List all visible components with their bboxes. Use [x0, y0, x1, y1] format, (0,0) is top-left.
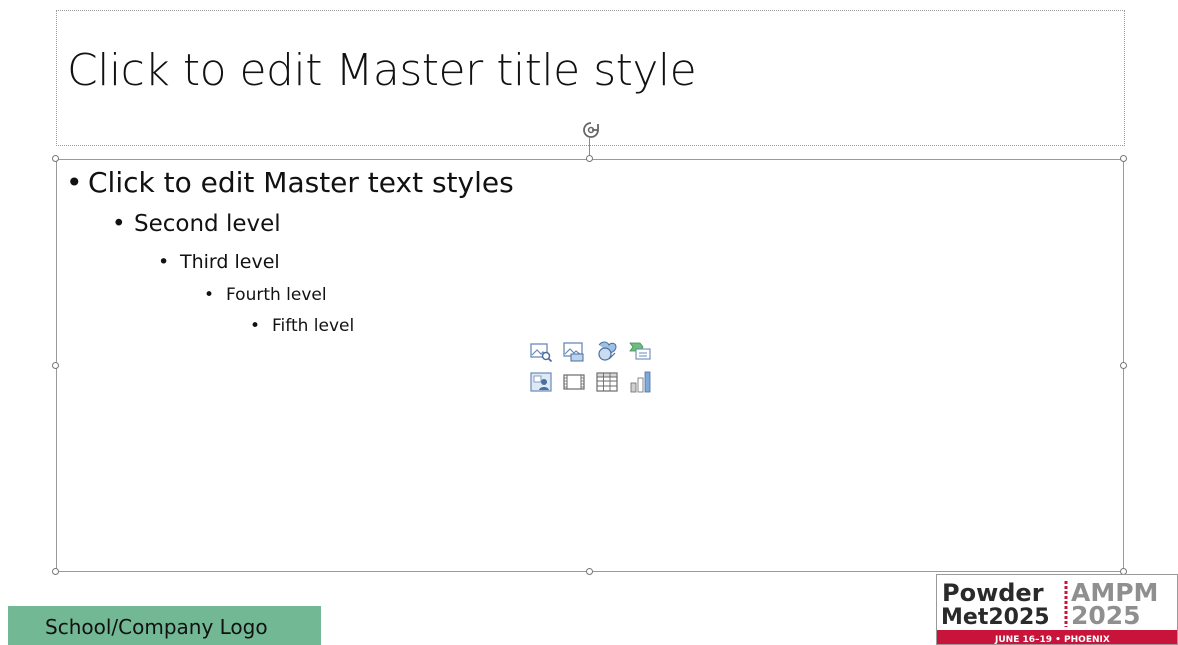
bullet-text: Fourth level — [226, 285, 327, 305]
bullet-text: Second level — [134, 211, 281, 237]
table-icon[interactable] — [595, 370, 619, 394]
title-text[interactable]: Click to edit Master title style — [67, 45, 697, 96]
resize-handle-right[interactable] — [1120, 362, 1127, 369]
online-pictures-icon[interactable] — [562, 339, 586, 363]
resize-handle-top-left[interactable] — [52, 155, 59, 162]
bullet-marker: • — [112, 211, 126, 237]
bullet-marker: • — [66, 166, 83, 199]
smartart-icon[interactable] — [628, 339, 652, 363]
icons-icon[interactable] — [595, 339, 619, 363]
bullet-text: Fifth level — [272, 316, 355, 336]
rotate-handle-icon[interactable] — [581, 120, 601, 140]
bullet-level-5[interactable]: • Fifth level — [250, 316, 354, 336]
bullet-level-4[interactable]: • Fourth level — [204, 285, 327, 305]
resize-handle-bottom-left[interactable] — [52, 568, 59, 575]
cameo-icon[interactable] — [529, 370, 553, 394]
bullet-level-2[interactable]: • Second level — [112, 211, 281, 237]
powdermet-ampm-logo[interactable]: Powder Met2025 AMPM 2025 JUNE 16–19 • PH… — [936, 574, 1178, 645]
bullet-marker: • — [250, 316, 261, 336]
resize-handle-bottom[interactable] — [586, 568, 593, 575]
resize-handle-top-right[interactable] — [1120, 155, 1127, 162]
bullet-text: Third level — [180, 251, 280, 273]
chart-icon[interactable] — [628, 370, 652, 394]
school-logo-label: School/Company Logo — [45, 615, 268, 639]
bullet-marker: • — [204, 285, 215, 305]
logo-banner-text: JUNE 16–19 • PHOENIX — [994, 635, 1110, 645]
insert-content-icons — [529, 339, 653, 397]
logo-year-text: 2025 — [1071, 601, 1141, 630]
pictures-icon[interactable] — [529, 339, 553, 363]
school-logo-placeholder[interactable]: School/Company Logo — [8, 606, 321, 645]
bullet-level-1[interactable]: • Click to edit Master text styles — [66, 166, 514, 199]
bullet-marker: • — [158, 251, 170, 273]
bullet-text: Click to edit Master text styles — [88, 166, 514, 199]
logo-met-text: Met2025 — [941, 605, 1050, 630]
video-icon[interactable] — [562, 370, 586, 394]
bullet-level-3[interactable]: • Third level — [158, 251, 280, 273]
logo-powder-text: Powder — [942, 579, 1044, 607]
resize-handle-left[interactable] — [52, 362, 59, 369]
resize-handle-top[interactable] — [586, 155, 593, 162]
